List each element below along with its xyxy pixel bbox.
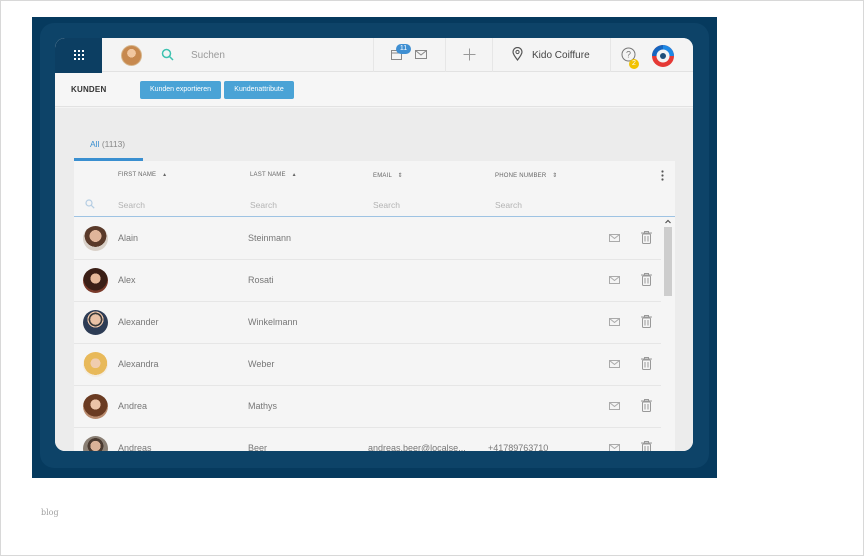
kebab-icon[interactable] [661, 170, 664, 181]
app-window: Suchen 11 Kido Coiffure ? 2 KUNDEN Kunde… [55, 38, 693, 451]
sort-icon: ▲ [162, 172, 168, 178]
filter-row [74, 193, 675, 217]
cell-first-name: Andrea [118, 401, 148, 411]
column-label: FIRST NAME [118, 172, 157, 178]
column-header-last-name[interactable]: LAST NAME ▲ [250, 172, 297, 178]
column-label: LAST NAME [250, 172, 286, 178]
sort-icon: ⇕ [552, 173, 558, 179]
column-header-first-name[interactable]: FIRST NAME ▲ [118, 172, 167, 178]
top-bar: Suchen 11 Kido Coiffure ? 2 [55, 38, 693, 72]
avatar [83, 310, 108, 335]
caption: blog [41, 508, 59, 517]
avatar [83, 226, 108, 251]
divider [610, 38, 611, 72]
section-title[interactable]: KUNDEN [71, 85, 106, 94]
mail-icon[interactable] [609, 234, 620, 242]
sub-bar: KUNDEN Kunden exportieren Kundenattribut… [55, 72, 693, 107]
logo-icon [652, 45, 674, 67]
tab-all[interactable]: All (1113) [90, 139, 125, 149]
sort-icon: ▲ [291, 172, 297, 178]
column-label: PHONE NUMBER [495, 173, 547, 179]
mail-icon[interactable] [415, 50, 427, 59]
search-icon[interactable] [161, 48, 174, 61]
cell-last-name: Rosati [248, 275, 274, 285]
trash-icon[interactable] [641, 357, 652, 370]
table-row[interactable]: Andrea Mathys [74, 386, 661, 428]
filter-email-input[interactable] [373, 198, 483, 212]
cell-last-name: Mathys [248, 401, 278, 411]
cell-last-name: Steinmann [248, 233, 292, 243]
help-badge: 2 [629, 59, 639, 69]
column-header-phone[interactable]: PHONE NUMBER ⇕ [495, 172, 558, 179]
cell-last-name: Weber [248, 359, 275, 369]
trash-icon[interactable] [641, 399, 652, 412]
trash-icon[interactable] [641, 315, 652, 328]
customer-attributes-button[interactable]: Kundenattribute [224, 81, 294, 99]
mail-icon[interactable] [609, 318, 620, 326]
cell-first-name: Alexander [118, 317, 159, 327]
section-indicator [55, 72, 102, 73]
user-avatar[interactable] [121, 45, 142, 66]
trash-icon[interactable] [641, 231, 652, 244]
filter-phone-input[interactable] [495, 198, 605, 212]
table-row[interactable]: Alain Steinmann [74, 218, 661, 260]
tab-label: All [90, 139, 100, 149]
column-label: EMAIL [373, 173, 392, 179]
avatar [83, 436, 108, 451]
mail-icon[interactable] [609, 444, 620, 451]
cell-last-name: Winkelmann [248, 317, 298, 327]
cell-email: andreas.beer@localse... [368, 443, 466, 451]
trash-icon[interactable] [641, 273, 652, 286]
apps-menu-button[interactable] [55, 38, 102, 72]
column-header-email[interactable]: EMAIL ⇕ [373, 172, 403, 179]
scroll-up-icon[interactable] [664, 218, 672, 225]
mail-icon[interactable] [609, 276, 620, 284]
table-row[interactable]: Alexander Winkelmann [74, 302, 661, 344]
avatar [83, 352, 108, 377]
cell-first-name: Alain [118, 233, 139, 243]
avatar [83, 268, 108, 293]
plus-icon[interactable] [463, 48, 476, 61]
cell-first-name: Alex [118, 275, 136, 285]
location-selector[interactable]: Kido Coiffure [532, 50, 590, 61]
pin-icon [512, 47, 523, 61]
table-row[interactable]: Andreas Beer andreas.beer@localse... +41… [74, 428, 661, 451]
customer-table: FIRST NAME ▲ LAST NAME ▲ EMAIL ⇕ PHONE N… [74, 161, 675, 451]
divider [445, 38, 446, 72]
global-search-input[interactable]: Suchen [191, 50, 225, 61]
sort-icon: ⇕ [397, 173, 403, 179]
filter-first-name-input[interactable] [118, 198, 228, 212]
mail-icon[interactable] [609, 402, 620, 410]
tab-count: (1113) [101, 139, 126, 149]
cell-last-name: Beer [248, 443, 268, 451]
table-body: Alain Steinmann Alex Rosati Alexander Wi… [74, 218, 661, 451]
divider [373, 38, 374, 72]
search-icon [85, 199, 95, 209]
filter-last-name-input[interactable] [250, 198, 360, 212]
cell-phone: +41789763710 [488, 443, 549, 451]
table-row[interactable]: Alex Rosati [74, 260, 661, 302]
calendar-badge: 11 [396, 44, 411, 54]
grid-icon [73, 50, 84, 60]
avatar [83, 394, 108, 419]
main-content: All (1113) FIRST NAME ▲ LAST NAME ▲ EMAI… [55, 108, 693, 451]
trash-icon[interactable] [641, 441, 652, 451]
scrollbar-thumb[interactable] [664, 227, 672, 296]
mail-icon[interactable] [609, 360, 620, 368]
cell-first-name: Alexandra [118, 359, 159, 369]
cell-first-name: Andreas [118, 443, 152, 451]
table-row[interactable]: Alexandra Weber [74, 344, 661, 386]
export-customers-button[interactable]: Kunden exportieren [140, 81, 221, 99]
svg-text:?: ? [626, 50, 631, 60]
divider [492, 38, 493, 72]
